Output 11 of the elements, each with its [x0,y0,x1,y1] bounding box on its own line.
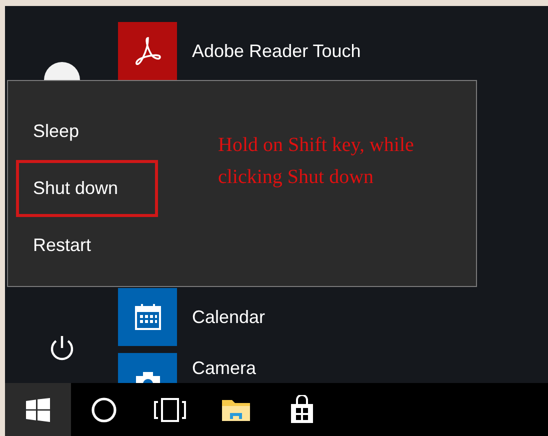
app-name[interactable]: Camera [192,358,256,379]
start-button[interactable] [5,383,71,436]
acrobat-icon[interactable] [118,22,177,80]
menu-item[interactable]: Shut down [16,160,158,217]
windows-logo-icon [25,396,51,422]
app-name[interactable]: Adobe Reader Touch [192,40,361,62]
menu-item[interactable]: Sleep [16,103,158,160]
calendar-icon[interactable] [118,288,177,346]
menu-item[interactable]: Restart [16,217,158,274]
app-name[interactable]: Calendar [192,306,266,328]
annotation-text: Hold on Shift key, while clicking Shut down [218,133,415,190]
